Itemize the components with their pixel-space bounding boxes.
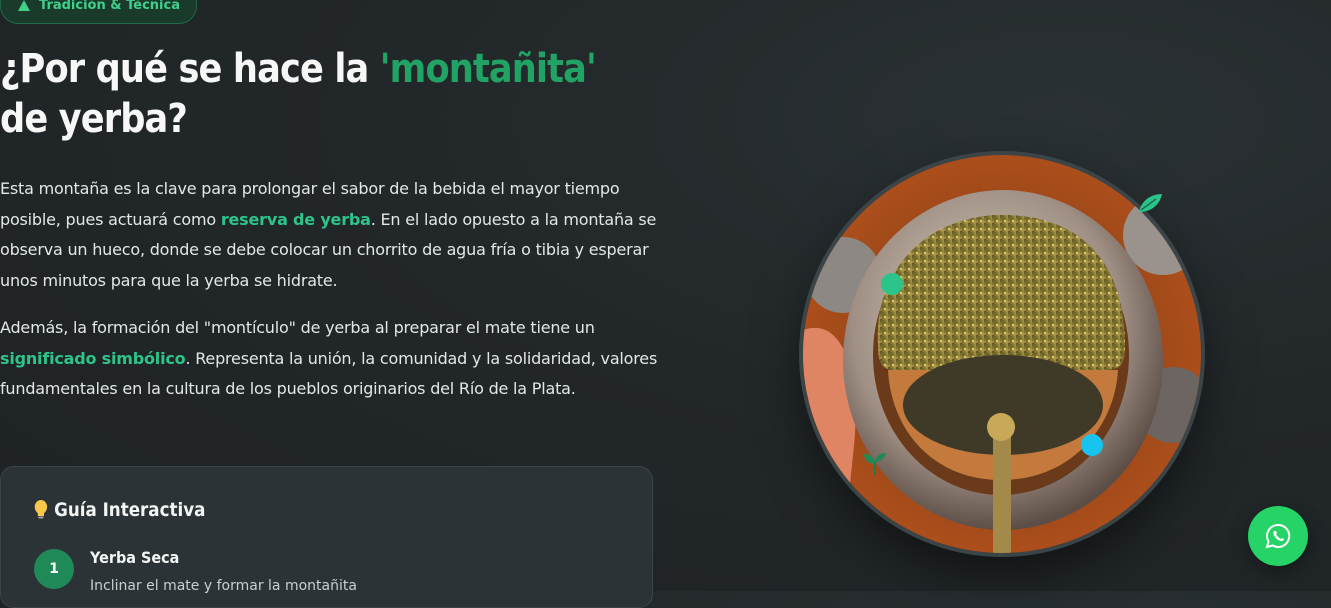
- title-text-after: de yerba?: [0, 96, 188, 142]
- lightbulb-icon: [34, 500, 48, 519]
- step-description: Inclinar el mate y formar la montañita: [90, 578, 357, 594]
- symbolism-paragraph: Además, la formación del "montículo" de …: [0, 313, 660, 405]
- cyan-dot: [1081, 434, 1103, 456]
- paragraph-text: Además, la formación del "montículo" de …: [0, 318, 595, 337]
- guide-title-text: Guía Interactiva: [54, 499, 206, 521]
- title-text-before: ¿Por qué se hace la: [0, 46, 380, 92]
- whatsapp-icon: [1265, 523, 1291, 549]
- page-title: ¿Por qué se hace la 'montañita' de yerba…: [0, 44, 616, 144]
- guide-title: Guía Interactiva: [33, 499, 205, 521]
- section-badge: Tradición & Técnica: [0, 0, 197, 24]
- mountain-icon: [18, 0, 30, 11]
- emphasis-simbolico: significado simbólico: [0, 348, 186, 368]
- interactive-guide-card: Guía Interactiva 1 Yerba Seca Inclinar e…: [0, 466, 653, 608]
- emphasis-reserva: reserva de yerba: [220, 209, 371, 229]
- green-dot: [881, 273, 903, 295]
- title-highlight: 'montañita': [379, 46, 597, 92]
- step-number[interactable]: 1: [34, 549, 74, 589]
- step-title[interactable]: Yerba Seca: [90, 548, 179, 567]
- badge-label: Tradición & Técnica: [39, 0, 180, 13]
- leaf-icon: [1139, 194, 1162, 212]
- sprout-icon: [864, 453, 886, 475]
- intro-paragraph: Esta montaña es la clave para prolongar …: [0, 174, 660, 296]
- whatsapp-button[interactable]: [1248, 506, 1308, 566]
